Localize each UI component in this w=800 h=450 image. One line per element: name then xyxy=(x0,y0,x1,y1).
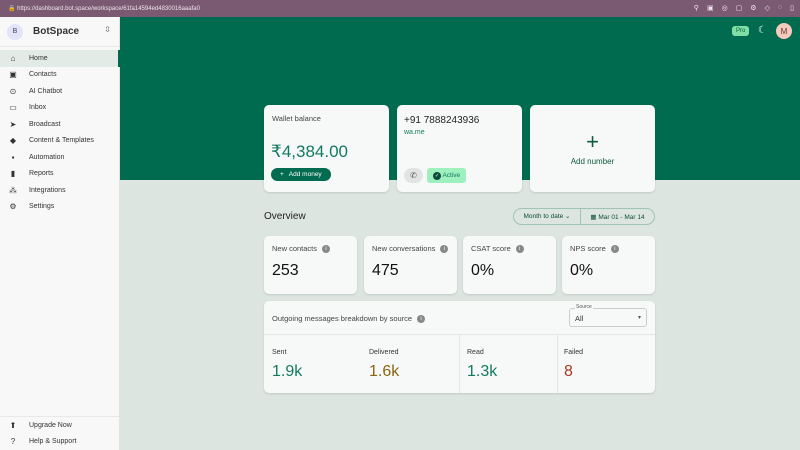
calendar-icon: ▦ xyxy=(590,213,597,221)
lock-icon: 🔒 xyxy=(8,6,18,12)
stat-value: 1.9k xyxy=(272,363,303,380)
metric-card: NPS score i 0% xyxy=(562,236,655,294)
sidebar-item-ai-chatbot[interactable]: ⊙ AI Chatbot xyxy=(0,83,119,100)
stat-value: 8 xyxy=(564,363,573,380)
sidebar-item-integrations[interactable]: ⁂ Integrations xyxy=(0,182,119,199)
stat-label: Failed xyxy=(564,349,584,356)
sidebar-item-label: Integrations xyxy=(29,186,66,194)
chevron-updown-icon[interactable]: ⇳ xyxy=(104,25,111,34)
workspace-name: BotSpace xyxy=(33,26,80,37)
metric-value: 475 xyxy=(372,262,399,279)
metric-value: 0% xyxy=(471,262,495,279)
chatbot-icon: ⊙ xyxy=(9,86,17,96)
wallet-card: Wallet balance ₹4,384.00 + Add money xyxy=(264,105,389,192)
workspace-switcher[interactable]: B BotSpace ⇳ xyxy=(0,17,119,47)
send-icon: ➤ xyxy=(9,119,17,129)
plus-icon: + xyxy=(280,171,284,178)
metric-card: CSAT score i 0% xyxy=(463,236,556,294)
metric-label: NPS score i xyxy=(570,244,619,254)
plus-icon: + xyxy=(586,129,599,154)
sidebar-item-label: AI Chatbot xyxy=(29,87,63,95)
phone-number: +91 7888243936 xyxy=(404,115,480,126)
browser-toolbar-icons[interactable]: ⚲ ▣ ◎ ▢ ⚙ ◇ ◌ ▯ xyxy=(694,4,794,12)
metric-value: 253 xyxy=(272,262,299,279)
sidebar-item-label: Automation xyxy=(29,153,65,161)
range-dropdown[interactable]: Month to date ⌄ xyxy=(514,209,581,224)
sidebar-item-contacts[interactable]: ▣ Contacts xyxy=(0,67,119,84)
add-number-label: Add number xyxy=(570,157,615,166)
sidebar-item-label: Broadcast xyxy=(29,120,61,128)
inbox-icon: ▭ xyxy=(9,103,17,113)
sidebar-item-label: Contacts xyxy=(29,71,57,79)
metric-label: New conversations i xyxy=(372,244,449,254)
help-icon: ? xyxy=(10,437,16,447)
info-icon[interactable]: i xyxy=(440,245,449,254)
info-icon[interactable]: i xyxy=(515,245,524,254)
home-icon: ⌂ xyxy=(10,53,16,63)
user-avatar[interactable]: M xyxy=(776,23,792,39)
url-text[interactable]: https://dashboard.bot.space/workspace/61… xyxy=(17,6,200,12)
automation-icon: ▪ xyxy=(11,152,15,162)
chevron-down-icon: ⌄ xyxy=(565,213,571,220)
stat-label: Delivered xyxy=(369,349,399,356)
sidebar-item-inbox[interactable]: ▭ Inbox xyxy=(0,100,119,117)
source-select[interactable]: Source All ▾ xyxy=(569,304,647,327)
status-badge: ✓ Active xyxy=(427,168,467,183)
check-circle-icon: ✓ xyxy=(433,172,441,180)
sidebar-item-reports[interactable]: ▮ Reports xyxy=(0,166,119,183)
sidebar-item-label: Home xyxy=(29,54,48,62)
wallet-amount: ₹4,384.00 xyxy=(271,142,348,161)
info-icon[interactable]: i xyxy=(417,315,426,324)
sidebar-item-automation[interactable]: ▪ Automation xyxy=(0,149,119,166)
date-range-selector: Month to date ⌄ ▦ Mar 01 - Mar 14 xyxy=(513,208,655,225)
sidebar-item-label: Content & Templates xyxy=(29,137,94,145)
info-icon[interactable]: i xyxy=(322,245,331,254)
sidebar-item-upgrade-now[interactable]: ⬆ Upgrade Now xyxy=(0,417,119,434)
sidebar-item-label: Settings xyxy=(29,203,55,211)
contacts-icon: ▣ xyxy=(9,70,17,80)
whatsapp-icon: ✆ xyxy=(404,168,423,183)
sidebar-item-content-templates[interactable]: ◆ Content & Templates xyxy=(0,133,119,150)
metric-value: 0% xyxy=(570,262,594,279)
sidebar-item-help-support[interactable]: ? Help & Support xyxy=(0,434,119,450)
sidebar: B BotSpace ⇳ ⌂ Home ▣ Contacts ⊙ AI Chatbot ▭ I… xyxy=(0,17,120,450)
sidebar-item-home[interactable]: ⌂ Home xyxy=(0,50,120,67)
metric-card: New conversations i 475 xyxy=(364,236,457,294)
add-number-card[interactable]: + Add number xyxy=(530,105,655,192)
gear-icon: ⚙ xyxy=(9,202,17,212)
plan-badge: Pro xyxy=(732,26,750,36)
breakdown-card: Outgoing messages breakdown by source i S… xyxy=(264,301,655,393)
phone-number-card[interactable]: +91 7888243936 wa.me ✆ ✓ Active xyxy=(397,105,522,192)
upgrade-icon: ⬆ xyxy=(9,420,17,430)
reports-icon: ▮ xyxy=(10,169,16,179)
sidebar-item-settings[interactable]: ⚙ Settings xyxy=(0,199,119,216)
add-money-button[interactable]: + Add money xyxy=(271,168,331,181)
info-icon[interactable]: i xyxy=(610,245,619,254)
date-picker[interactable]: ▦ Mar 01 - Mar 14 xyxy=(581,213,654,221)
stat-label: Read xyxy=(467,349,484,356)
templates-icon: ◆ xyxy=(9,136,17,146)
stat-value: 1.6k xyxy=(369,363,400,380)
browser-address-bar[interactable]: 🔒 https://dashboard.bot.space/workspace/… xyxy=(0,0,800,17)
metric-card: New contacts i 253 xyxy=(264,236,357,294)
sidebar-item-label: Help & Support xyxy=(29,438,77,446)
wa-link[interactable]: wa.me xyxy=(404,129,425,136)
sidebar-item-label: Inbox xyxy=(29,104,47,112)
metric-label: New contacts i xyxy=(272,244,331,254)
overview-title: Overview xyxy=(264,211,306,222)
sidebar-item-broadcast[interactable]: ➤ Broadcast xyxy=(0,116,119,133)
dark-mode-toggle-icon[interactable]: ☾ xyxy=(758,25,767,36)
workspace-avatar: B xyxy=(7,23,23,40)
breakdown-title: Outgoing messages breakdown by source i xyxy=(272,314,426,324)
stat-value: 1.3k xyxy=(467,363,498,380)
sidebar-item-label: Reports xyxy=(29,170,54,178)
stat-label: Sent xyxy=(272,349,287,356)
metric-label: CSAT score i xyxy=(471,244,524,254)
caret-down-icon: ▾ xyxy=(637,315,641,321)
wallet-title: Wallet balance xyxy=(272,114,321,123)
sidebar-item-label: Upgrade Now xyxy=(29,421,72,429)
integrations-icon: ⁂ xyxy=(9,185,17,195)
